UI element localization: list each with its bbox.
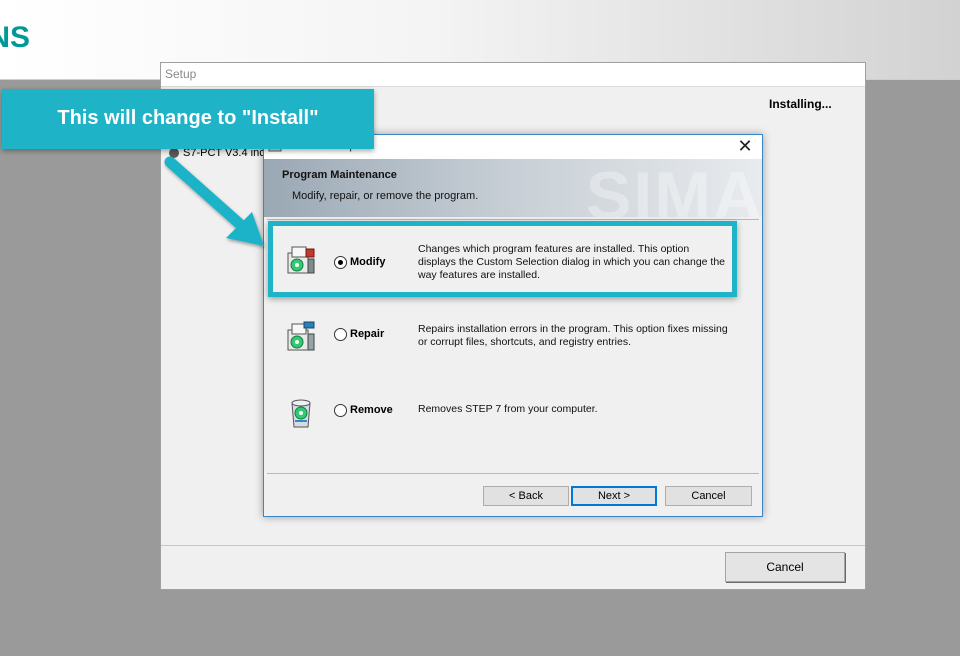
- setup-cancel-button[interactable]: Cancel: [725, 552, 845, 582]
- option-remove[interactable]: Remove Removes STEP 7 from your computer…: [282, 395, 742, 455]
- brand-logo-text: SIEMENS: [0, 21, 30, 54]
- dialog-header-banner: SIMA Program Maintenance Modify, repair,…: [264, 159, 762, 217]
- repair-description: Repairs installation errors in the progr…: [418, 323, 728, 348]
- setup-window-titlebar: Setup: [161, 63, 865, 87]
- repair-installer-icon: [284, 320, 318, 354]
- annotation-callout: This will change to "Install": [2, 89, 374, 149]
- next-button[interactable]: Next >: [571, 486, 657, 506]
- close-icon[interactable]: ✕: [730, 137, 760, 157]
- option-repair[interactable]: Repair Repairs installation errors in th…: [282, 320, 742, 380]
- setup-footer-divider: [161, 545, 865, 546]
- remove-recycle-icon: [284, 395, 318, 429]
- cancel-button[interactable]: Cancel: [665, 486, 752, 506]
- repair-radio[interactable]: [334, 328, 347, 341]
- modify-highlight-box: [268, 221, 737, 297]
- annotation-arrow-icon: [164, 156, 264, 246]
- header-title: Program Maintenance: [282, 169, 397, 181]
- brand-logo: SIEMENS: [0, 20, 40, 60]
- header-subtitle: Modify, repair, or remove the program.: [292, 190, 479, 202]
- remove-radio[interactable]: [334, 404, 347, 417]
- program-maintenance-dialog: STEP 7 Setup ✕ SIMA Program Maintenance …: [263, 134, 763, 517]
- footer-divider: [267, 473, 759, 474]
- header-watermark: SIMA: [586, 159, 762, 217]
- remove-description: Removes STEP 7 from your computer.: [418, 403, 598, 415]
- setup-status-text: Installing...: [769, 97, 832, 111]
- back-button[interactable]: < Back: [483, 486, 569, 506]
- remove-label: Remove: [350, 404, 393, 416]
- header-divider: [267, 219, 759, 220]
- annotation-callout-text: This will change to "Install": [57, 107, 319, 129]
- repair-label: Repair: [350, 328, 385, 340]
